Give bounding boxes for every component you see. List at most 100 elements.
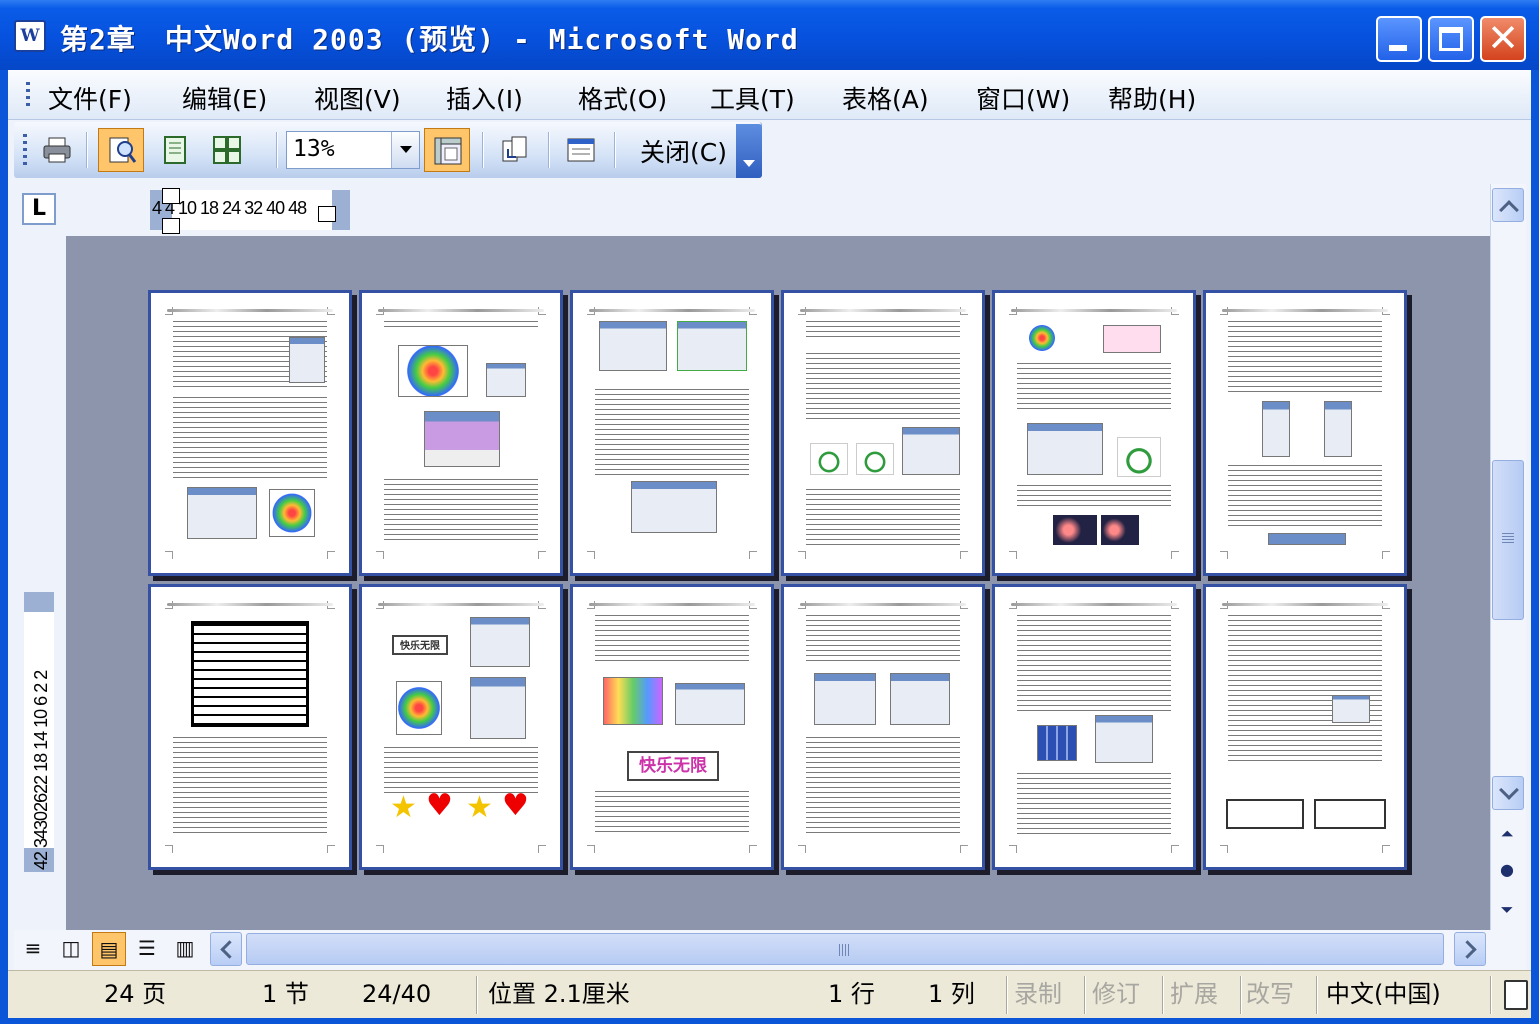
- shrink-to-fit-button[interactable]: [492, 128, 538, 172]
- minimize-button[interactable]: [1376, 16, 1422, 62]
- scroll-right-button[interactable]: [1454, 932, 1486, 966]
- star-icon: ★: [466, 790, 493, 825]
- status-section: 1 节: [262, 980, 309, 1008]
- menu-edit[interactable]: 编辑(E): [182, 80, 267, 116]
- status-track-changes[interactable]: 修订: [1092, 976, 1140, 1014]
- close-window-button[interactable]: ✕: [1480, 16, 1526, 62]
- page-thumbnail[interactable]: [781, 584, 985, 870]
- menu-file[interactable]: 文件(F): [48, 80, 132, 116]
- chevron-up-icon: [1499, 200, 1519, 220]
- print-button[interactable]: [34, 128, 80, 172]
- toolbar-separator: [86, 132, 88, 168]
- select-browse-object-button[interactable]: ●: [1496, 860, 1518, 879]
- magnifier-icon: [109, 137, 137, 163]
- toolbar-separator: [614, 132, 616, 168]
- reading-layout-view-button[interactable]: ▥: [168, 932, 202, 966]
- page-thumbnail[interactable]: [148, 584, 352, 870]
- multiple-pages-button[interactable]: [204, 128, 250, 172]
- page-thumbnail[interactable]: [570, 290, 774, 576]
- right-indent-marker[interactable]: [318, 206, 336, 222]
- zoom-value: 13%: [293, 136, 335, 162]
- scroll-up-button[interactable]: [1492, 188, 1524, 222]
- page-thumbnail[interactable]: [781, 290, 985, 576]
- maximize-button[interactable]: [1428, 16, 1474, 62]
- status-separator: [1162, 976, 1164, 1014]
- menu-help[interactable]: 帮助(H): [1108, 80, 1196, 116]
- status-separator: [1316, 976, 1318, 1014]
- next-page-button[interactable]: ⏷: [1496, 900, 1518, 920]
- status-language[interactable]: 中文(中国): [1326, 976, 1441, 1014]
- heart-icon: ♥: [502, 788, 529, 823]
- menu-view[interactable]: 视图(V): [314, 80, 401, 116]
- page-thumbnail[interactable]: 快乐无限: [570, 584, 774, 870]
- page-thumbnail[interactable]: [992, 290, 1196, 576]
- outline-view-button[interactable]: ☰: [130, 932, 164, 966]
- page-thumbnail[interactable]: [992, 584, 1196, 870]
- print-preview-area[interactable]: 快乐无限 ★ ♥ ★ ♥ 快乐无限: [66, 236, 1490, 930]
- status-line: 1 行: [828, 980, 875, 1008]
- menu-format[interactable]: 格式(O): [578, 80, 667, 116]
- menu-tools[interactable]: 工具(T): [710, 80, 795, 116]
- previous-page-button[interactable]: ⏶: [1496, 824, 1518, 844]
- full-screen-icon: [567, 138, 595, 162]
- maximize-icon: [1439, 27, 1463, 51]
- status-page-of: 24/40: [362, 980, 432, 1008]
- status-bar: [8, 970, 1531, 1018]
- vertical-ruler[interactable]: 42 34302622 18 14 10 6 2 2: [24, 592, 54, 872]
- heart-icon: ♥: [426, 788, 453, 823]
- magnifier-button[interactable]: [98, 128, 144, 172]
- status-overtype[interactable]: 改写: [1246, 976, 1294, 1014]
- minimize-icon: [1389, 45, 1407, 51]
- multiple-pages-icon: [213, 136, 241, 164]
- vertical-scroll-thumb[interactable]: [1492, 460, 1524, 620]
- close-preview-button[interactable]: 关闭(C): [640, 133, 727, 169]
- menu-insert[interactable]: 插入(I): [446, 80, 523, 116]
- first-line-indent-marker[interactable]: [162, 188, 180, 204]
- status-separator: [1006, 976, 1008, 1014]
- horizontal-scroll-thumb[interactable]: [246, 933, 1444, 965]
- scroll-left-button[interactable]: [210, 932, 242, 966]
- shrink-to-fit-icon: [502, 136, 527, 162]
- normal-view-button[interactable]: ≡: [16, 932, 50, 966]
- menu-grip-icon[interactable]: [26, 82, 30, 108]
- page-thumbnail[interactable]: 快乐无限 ★ ♥ ★ ♥: [359, 584, 563, 870]
- spelling-grammar-status-icon[interactable]: [1504, 980, 1528, 1010]
- close-icon: ✕: [1487, 16, 1519, 60]
- tab-selector[interactable]: L: [22, 193, 56, 225]
- left-indent-marker[interactable]: [162, 218, 180, 234]
- chevron-down-icon[interactable]: [391, 132, 419, 168]
- chevron-right-icon: [1458, 940, 1477, 959]
- zoom-select[interactable]: 13%: [286, 131, 420, 169]
- one-page-button[interactable]: [152, 128, 198, 172]
- toolbar-separator: [276, 132, 278, 168]
- status-separator: [476, 976, 478, 1014]
- page-thumbnail[interactable]: [1203, 584, 1407, 870]
- web-layout-view-button[interactable]: ◫: [54, 932, 88, 966]
- status-position: 位置 2.1厘米: [488, 980, 630, 1008]
- toolbar-separator: [482, 132, 484, 168]
- status-record[interactable]: 录制: [1014, 976, 1062, 1014]
- toolbar-separator: [548, 132, 550, 168]
- toolbar-grip-icon[interactable]: [23, 134, 27, 166]
- menu-table[interactable]: 表格(A): [842, 80, 929, 116]
- menu-window[interactable]: 窗口(W): [976, 80, 1070, 116]
- view-ruler-button[interactable]: [424, 128, 470, 172]
- title-bar: W 第2章 中文Word 2003 (预览) - Microsoft Word …: [0, 0, 1539, 70]
- small-banner: 快乐无限: [392, 635, 448, 655]
- page-thumbnail[interactable]: [1203, 290, 1407, 576]
- one-page-icon: [164, 136, 186, 164]
- banner-text: 快乐无限: [627, 751, 719, 781]
- status-separator: [1084, 976, 1086, 1014]
- status-extend[interactable]: 扩展: [1170, 976, 1218, 1014]
- full-screen-button[interactable]: [558, 128, 604, 172]
- view-ruler-icon: [434, 137, 462, 165]
- print-layout-view-button[interactable]: ▤: [92, 932, 126, 966]
- word-app-icon[interactable]: W: [14, 20, 46, 52]
- scroll-down-button[interactable]: [1492, 776, 1524, 810]
- page-thumbnail[interactable]: [359, 290, 563, 576]
- vertical-ruler-ticks: 42 34302622 18 14 10 6 2 2: [31, 670, 51, 870]
- toolbar-options-chevron-icon[interactable]: [736, 124, 762, 178]
- status-column: 1 列: [928, 980, 975, 1008]
- page-thumbnail[interactable]: [148, 290, 352, 576]
- star-icon: ★: [390, 790, 417, 825]
